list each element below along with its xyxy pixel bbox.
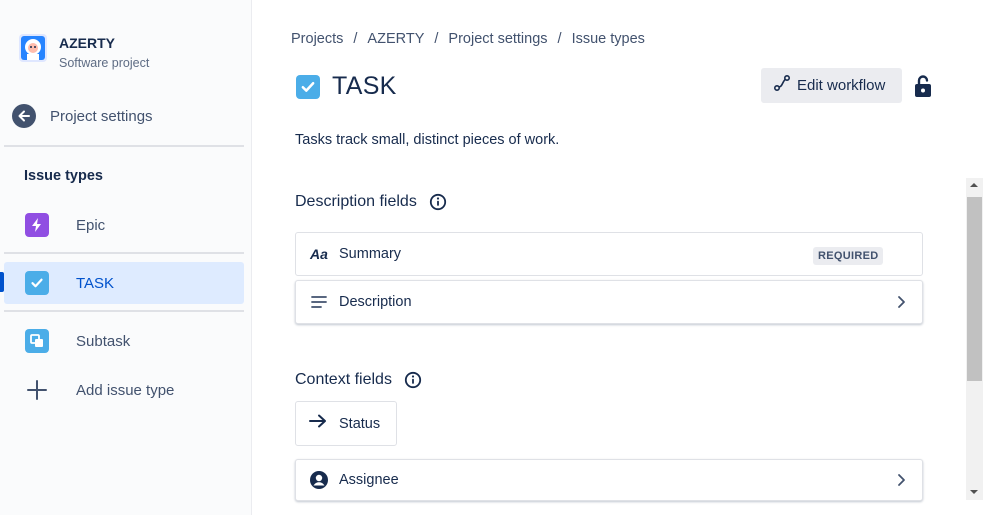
field-label: Summary <box>339 246 402 262</box>
divider <box>4 145 244 147</box>
breadcrumb: Projects / AZERTY / Project settings / Issue t… <box>291 31 645 47</box>
divider <box>4 252 244 254</box>
edit-workflow-label: Edit workflow <box>797 77 886 94</box>
field-label: Assignee <box>339 472 399 488</box>
divider <box>4 310 244 312</box>
sidebar-item-epic[interactable]: Epic <box>4 204 244 246</box>
sidebar-item-task[interactable]: TASK <box>4 262 244 304</box>
epic-icon <box>25 213 49 237</box>
page-title: TASK <box>332 72 397 100</box>
context-fields-heading: Context fields <box>295 371 422 389</box>
field-label: Status <box>339 415 381 432</box>
arrow-left-icon <box>12 104 36 128</box>
info-icon[interactable] <box>404 371 422 389</box>
field-description[interactable]: Description <box>295 280 923 324</box>
text-style-icon: Aa <box>310 246 328 262</box>
section-title: Description fields <box>295 193 417 210</box>
breadcrumb-issue-types[interactable]: Issue types <box>572 31 645 47</box>
breadcrumb-separator: / <box>557 31 562 47</box>
breadcrumb-separator: / <box>434 31 439 47</box>
chevron-right-icon <box>898 474 905 486</box>
field-assignee[interactable]: Assignee <box>295 459 923 501</box>
scroll-up-arrow-icon[interactable] <box>969 180 979 190</box>
workflow-icon <box>773 74 791 97</box>
chevron-right-icon <box>898 296 905 308</box>
sidebar-section-title: Issue types <box>24 168 103 184</box>
yeti-avatar-icon <box>19 34 47 62</box>
add-issue-type-button[interactable]: Add issue type <box>4 369 244 411</box>
sidebar-item-label: TASK <box>76 274 115 292</box>
task-icon <box>296 74 320 99</box>
breadcrumb-project[interactable]: AZERTY <box>367 31 424 47</box>
project-name: AZERTY <box>59 35 115 51</box>
breadcrumb-project-settings[interactable]: Project settings <box>448 31 547 47</box>
plus-icon <box>25 378 49 402</box>
status-field[interactable]: Status <box>295 401 397 446</box>
person-icon <box>309 470 329 490</box>
breadcrumb-projects[interactable]: Projects <box>291 31 343 47</box>
arrow-right-icon <box>308 413 328 434</box>
subtask-icon <box>25 329 49 353</box>
info-icon[interactable] <box>429 193 447 211</box>
description-fields-heading: Description fields <box>295 193 447 211</box>
scrollbar-thumb[interactable] <box>967 197 982 381</box>
issue-type-description: Tasks track small, distinct pieces of wo… <box>295 132 560 148</box>
project-type: Software project <box>59 56 150 70</box>
breadcrumb-separator: / <box>353 31 358 47</box>
section-title: Context fields <box>295 371 392 388</box>
required-badge: REQUIRED <box>813 247 884 265</box>
scroll-down-arrow-icon[interactable] <box>969 487 979 497</box>
sidebar-item-label: Add issue type <box>76 381 175 399</box>
page-header: TASK <box>296 72 397 101</box>
sidebar: AZERTY Software project Project settings… <box>0 0 252 515</box>
lock-icon[interactable] <box>913 74 933 98</box>
sidebar-item-subtask[interactable]: Subtask <box>4 320 244 362</box>
field-label: Description <box>339 294 412 310</box>
back-label: Project settings <box>50 107 153 125</box>
project-header: AZERTY Software project <box>19 34 149 70</box>
task-icon <box>25 271 49 295</box>
back-to-project-settings-button[interactable]: Project settings <box>12 104 153 128</box>
sidebar-item-label: Epic <box>76 216 106 234</box>
edit-workflow-button[interactable]: Edit workflow <box>761 68 902 103</box>
sidebar-item-label: Subtask <box>76 332 131 350</box>
align-left-icon <box>309 292 329 312</box>
